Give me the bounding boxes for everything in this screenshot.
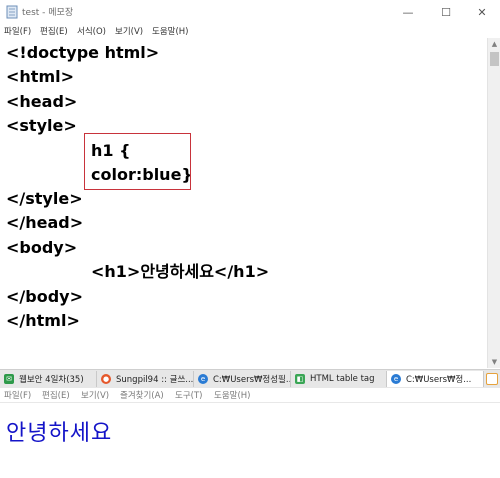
taskbar-tab-active[interactable]: e C:₩Users₩정... [387,371,484,387]
taskbar-tab[interactable]: ● Sungpil94 :: 글쓰... [97,371,194,387]
taskbar: ✉ 웹보안 4일차(35) ● Sungpil94 :: 글쓰... e C:₩… [0,369,500,389]
notepad-titlebar: test - 메모장 — ☐ ✕ [0,0,500,25]
menu-tools[interactable]: 도구(T) [175,389,202,401]
close-button[interactable]: ✕ [464,0,500,24]
tab-label: 웹보안 4일차(35) [19,375,84,385]
tab-label: C:₩Users₩정... [406,375,472,385]
maximize-icon: ☐ [441,5,451,19]
rendered-heading: 안녕하세요 [6,421,113,446]
notepad-app-icon [6,5,18,19]
code-line: <h1>안녕하세요</h1> [91,262,270,281]
code-line: </style> [6,189,83,208]
maximize-button[interactable]: ☐ [426,0,466,24]
minimize-button[interactable]: — [388,0,428,24]
ie-icon: e [391,374,401,384]
scroll-up-icon[interactable]: ▲ [488,38,500,50]
menu-help[interactable]: 도움말(H) [214,389,250,401]
web-icon: ◧ [295,374,305,384]
browser-content: 안녕하세요 [0,403,500,478]
code-line: <head> [6,92,78,111]
code-line: </html> [6,311,80,330]
tab-label: C:₩Users₩정성필... [213,375,291,385]
document-icon [486,373,498,385]
menu-help[interactable]: 도움말(H) [152,25,188,37]
scroll-thumb[interactable] [490,52,499,66]
taskbar-tab[interactable]: e C:₩Users₩정성필... [194,371,291,387]
taskbar-overflow[interactable] [484,371,500,387]
menu-edit[interactable]: 편집(E) [42,389,70,401]
tab-label: Sungpil94 :: 글쓰... [116,375,194,385]
text-editor[interactable]: <!doctype html> <html> <head> <style> h1… [0,38,487,368]
vertical-scrollbar[interactable]: ▲ ▼ [487,38,500,368]
code-line: <style> [6,116,77,135]
code-line: </head> [6,213,84,232]
menu-file[interactable]: 파일(F) [4,389,31,401]
code-line: <html> [6,67,75,86]
blog-icon: ● [101,374,111,384]
scroll-down-icon[interactable]: ▼ [488,356,500,368]
menu-format[interactable]: 서식(O) [77,25,106,37]
menu-view[interactable]: 보기(V) [115,25,143,37]
taskbar-tab[interactable]: ✉ 웹보안 4일차(35) [0,371,97,387]
mail-icon: ✉ [4,374,14,384]
menu-edit[interactable]: 편집(E) [40,25,68,37]
code-line: <!doctype html> [6,43,160,62]
browser-menubar: 파일(F) 편집(E) 보기(V) 즐겨찾기(A) 도구(T) 도움말(H) [0,388,500,403]
tab-label: HTML table tag [310,374,375,384]
code-line: <body> [6,238,78,257]
taskbar-tab[interactable]: ◧ HTML table tag [291,371,387,387]
menu-favorites[interactable]: 즐겨찾기(A) [120,389,164,401]
code-line: </body> [6,287,83,306]
minimize-icon: — [402,5,414,19]
highlight-box [84,133,191,190]
close-icon: ✕ [477,5,487,19]
window-title: test - 메모장 [22,8,74,18]
notepad-menubar: 파일(F) 편집(E) 서식(O) 보기(V) 도움말(H) [0,24,500,38]
ie-icon: e [198,374,208,384]
menu-file[interactable]: 파일(F) [4,25,31,37]
menu-view[interactable]: 보기(V) [81,389,109,401]
